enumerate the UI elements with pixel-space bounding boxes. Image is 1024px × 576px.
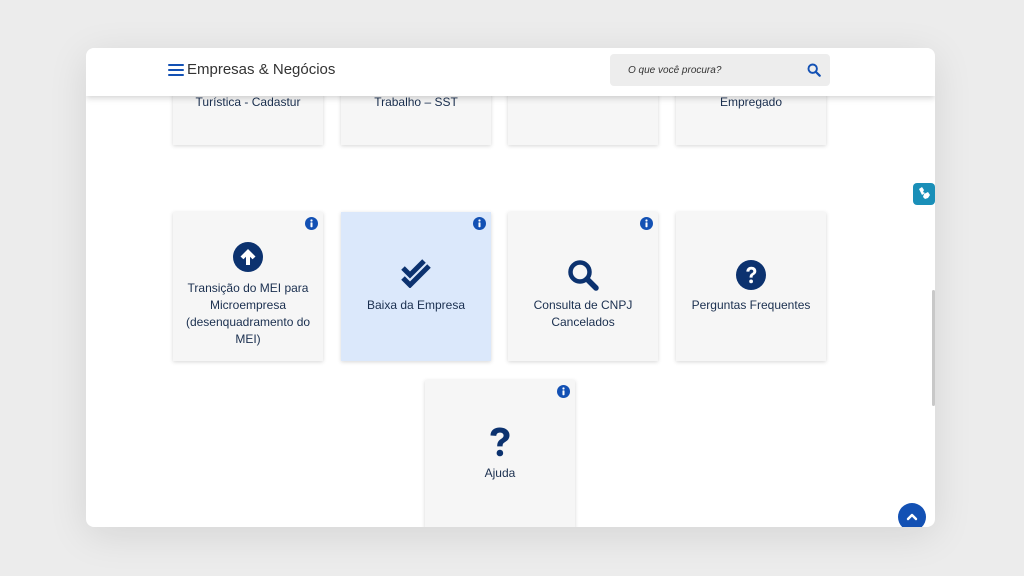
card-label: Empregado [719,96,783,109]
scrollbar[interactable] [932,290,935,406]
service-card-perguntas-frequentes[interactable]: Perguntas Frequentes [676,212,826,361]
question-circle-icon [736,260,766,290]
card-label: Turística - Cadastur [195,96,301,109]
accessibility-widget-button[interactable] [913,183,935,205]
site-header: Empresas & Negócios [86,48,935,96]
service-card-consulta-cnpj[interactable]: Consulta de CNPJ Cancelados [508,212,658,361]
service-card-ajuda[interactable]: Ajuda [425,380,575,527]
sign-language-hands-icon [919,187,930,199]
card-label: Ajuda [484,466,516,480]
double-check-icon [401,259,431,288]
back-to-top-button[interactable] [898,503,926,527]
service-card-baixa-empresa[interactable]: Baixa da Empresa [341,212,491,361]
card-label: Baixa da Empresa [366,298,466,312]
info-icon[interactable] [305,217,318,230]
magnifier-icon [568,260,599,291]
card-label: Perguntas Frequentes [691,298,811,312]
info-icon[interactable] [557,385,570,398]
service-card-cadastur[interactable]: Turística - Cadastur [173,96,323,145]
card-label: Trabalho – SST [374,96,458,109]
info-icon[interactable] [473,217,486,230]
question-mark-icon [490,427,510,457]
browser-page: Empresas & Negócios Turística - Cadastur… [86,48,935,527]
chevron-up-icon [906,513,918,521]
service-card-transicao-mei[interactable]: Transição do MEI para Microempresa (dese… [173,212,323,361]
services-grid: Turística - Cadastur Trabalho – SST Empr… [86,96,935,527]
search-input[interactable] [610,54,800,86]
search-icon[interactable] [807,63,821,77]
service-card-empregado[interactable]: Empregado [676,96,826,145]
arrow-up-circle-icon [233,242,263,272]
service-card[interactable] [508,96,658,145]
service-card-sst[interactable]: Trabalho – SST [341,96,491,145]
search-box [610,54,830,86]
card-label: Transição do MEI para Microempresa (dese… [185,281,311,346]
info-icon[interactable] [640,217,653,230]
site-title[interactable]: Empresas & Negócios [187,61,335,78]
hamburger-menu-icon[interactable] [168,62,184,78]
card-label: Consulta de CNPJ Cancelados [533,298,633,329]
